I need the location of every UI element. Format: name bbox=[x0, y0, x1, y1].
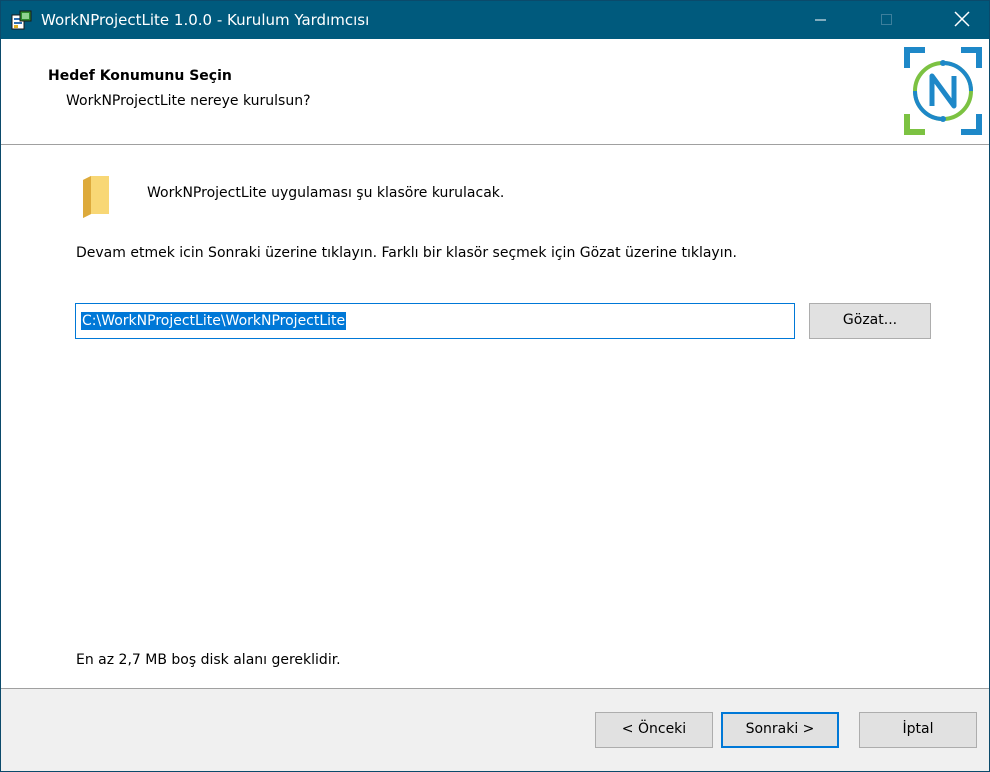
minimize-button[interactable] bbox=[797, 1, 843, 39]
install-path-value: C:\WorkNProjectLite\WorkNProjectLite bbox=[81, 312, 347, 330]
cancel-button[interactable]: İptal bbox=[859, 712, 977, 748]
wizard-header: Hedef Konumunu Seçin WorkNProjectLite ne… bbox=[1, 39, 989, 144]
maximize-icon bbox=[881, 14, 892, 25]
maximize-button[interactable] bbox=[863, 1, 909, 39]
installer-window: WorkNProjectLite 1.0.0 - Kurulum Yardımc… bbox=[0, 0, 990, 772]
install-path-input[interactable]: C:\WorkNProjectLite\WorkNProjectLite bbox=[75, 303, 795, 339]
installer-app-icon bbox=[11, 9, 33, 31]
destination-description: WorkNProjectLite uygulaması şu klasöre k… bbox=[147, 185, 505, 201]
instruction-text: Devam etmek icin Sonraki üzerine tıklayı… bbox=[76, 245, 737, 261]
minimize-icon bbox=[815, 19, 826, 21]
title-bar[interactable]: WorkNProjectLite 1.0.0 - Kurulum Yardımc… bbox=[1, 1, 989, 39]
folder-icon bbox=[81, 174, 111, 218]
page-subtitle: WorkNProjectLite nereye kurulsun? bbox=[66, 93, 311, 109]
close-button[interactable] bbox=[939, 1, 985, 39]
window-title: WorkNProjectLite 1.0.0 - Kurulum Yardımc… bbox=[41, 11, 370, 29]
wizard-footer bbox=[1, 689, 989, 771]
next-button[interactable]: Sonraki > bbox=[721, 712, 839, 748]
back-button[interactable]: < Önceki bbox=[595, 712, 713, 748]
header-divider bbox=[1, 144, 989, 145]
page-title: Hedef Konumunu Seçin bbox=[48, 68, 232, 84]
browse-button[interactable]: Gözat... bbox=[809, 303, 931, 339]
disk-space-requirement: En az 2,7 MB boş disk alanı gereklidir. bbox=[76, 652, 341, 668]
worknproject-logo bbox=[903, 46, 983, 136]
close-icon bbox=[954, 11, 970, 27]
